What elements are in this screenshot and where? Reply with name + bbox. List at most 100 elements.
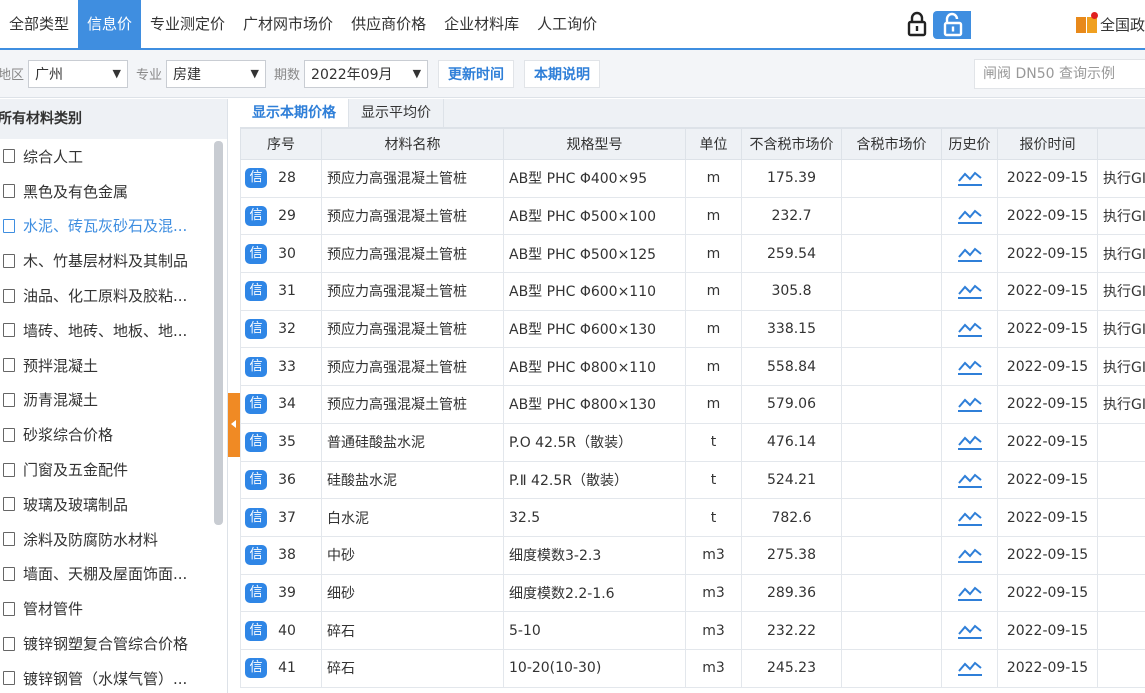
table-row[interactable]: 信 35 普通硅酸盐水泥 P.O 42.5R（散装） t 476.14 2022-09-15	[240, 422, 1145, 462]
sidebar-item[interactable]: 砂浆综合价格	[0, 417, 227, 452]
cell-history[interactable]	[941, 611, 998, 650]
cell-history[interactable]	[941, 648, 998, 688]
cell-history[interactable]	[941, 309, 998, 349]
sidebar-item[interactable]: 沥青混凝土	[0, 383, 227, 418]
table-row[interactable]: 信 37 白水泥 32.5 t 782.6 2022-09-15	[240, 498, 1145, 537]
col-unit[interactable]: 单位	[685, 128, 742, 160]
sidebar-item[interactable]: 预拌混凝土	[0, 348, 227, 383]
sidebar-item[interactable]: 镀锌钢管（水煤气管）...	[0, 661, 227, 693]
sidebar-item[interactable]: 木、竹基层材料及其制品	[0, 243, 227, 278]
cell-tax-price	[841, 648, 942, 688]
table-row[interactable]: 信 28 预应力高强混凝土管桩 AB型 PHC Φ400×95 m 175.39 2022-…	[240, 159, 1145, 198]
tab-current-price[interactable]: 显示本期价格	[240, 99, 349, 127]
cell-name: 预应力高强混凝土管桩	[321, 234, 504, 274]
cell-spec: AB型 PHC Φ500×100	[503, 196, 686, 236]
search-input[interactable]: 闸阀 DN50 查询示例	[974, 59, 1145, 89]
period-description-button[interactable]: 本期说明	[524, 59, 601, 88]
national-selector[interactable]: 全国政	[1075, 0, 1145, 48]
category-list: 综合人工 黑色及有色金属 水泥、砖瓦灰砂石及混... 木、竹基层材料及其制品 油品、化工…	[0, 139, 227, 693]
tab-professional-price[interactable]: 专业测定价	[141, 0, 234, 48]
history-chart-icon	[957, 209, 982, 225]
cell-spec: AB型 PHC Φ600×130	[503, 309, 686, 349]
col-name[interactable]: 材料名称	[321, 128, 504, 160]
table-row[interactable]: 信 41 碎石 10-20(10-30) m3 245.23 2022-09-15	[240, 648, 1145, 688]
seq-number: 33	[278, 358, 296, 375]
col-seq[interactable]: 序号	[240, 128, 322, 160]
cell-history[interactable]	[941, 234, 998, 274]
cell-history[interactable]	[941, 573, 998, 613]
cell-name: 白水泥	[321, 498, 504, 537]
document-icon	[3, 218, 15, 233]
sidebar-item-label: 镀锌钢管（水煤气管）...	[23, 669, 188, 688]
table-row[interactable]: 信 38 中砂 细度模数3-2.3 m3 275.38 2022-09-15	[240, 535, 1145, 575]
seq-number: 38	[278, 547, 296, 564]
cell-unit: t	[685, 498, 742, 537]
sidebar-item[interactable]: 管材管件	[0, 591, 227, 626]
region-select[interactable]: 广州 ▼	[28, 59, 128, 88]
info-badge: 信	[245, 394, 267, 415]
table-row[interactable]: 信 32 预应力高强混凝土管桩 AB型 PHC Φ600×130 m 338.15 2022…	[240, 309, 1145, 349]
table-row[interactable]: 信 36 硅酸盐水泥 P.Ⅱ 42.5R（散装） t 524.21 2022-09-15	[240, 460, 1145, 500]
cell-history[interactable]	[941, 272, 998, 311]
sidebar-scrollbar[interactable]	[214, 141, 223, 525]
sidebar-item[interactable]: 镀锌钢塑复合管综合价格	[0, 626, 227, 661]
cell-name: 预应力高强混凝土管桩	[321, 196, 504, 236]
cell-history[interactable]	[941, 535, 998, 575]
col-history[interactable]: 历史价	[941, 128, 998, 160]
table-row[interactable]: 信 40 碎石 5-10 m3 232.22 2022-09-15	[240, 611, 1145, 650]
cell-tax-price	[841, 234, 942, 274]
document-icon	[3, 427, 15, 442]
document-icon	[3, 497, 15, 512]
sidebar-item[interactable]: 门窗及五金配件	[0, 452, 227, 487]
sidebar-item-label: 沥青混凝土	[23, 391, 99, 410]
col-spec[interactable]: 规格型号	[503, 128, 686, 160]
caret-down-icon: ▼	[412, 67, 422, 80]
col-tax-price[interactable]: 含税市场价	[841, 128, 942, 160]
cell-spec: 10-20(10-30)	[503, 648, 686, 688]
tab-enterprise-library[interactable]: 企业材料库	[435, 0, 528, 48]
update-time-button[interactable]: 更新时间	[438, 59, 515, 88]
sidebar-item[interactable]: 玻璃及玻璃制品	[0, 487, 227, 522]
period-select[interactable]: 2022年09月 ▼	[304, 59, 429, 88]
cell-history[interactable]	[941, 196, 998, 236]
info-badge: 信	[245, 432, 267, 453]
cell-history[interactable]	[941, 460, 998, 500]
tab-supplier-price[interactable]: 供应商价格	[342, 0, 435, 48]
region-value: 广州	[35, 66, 63, 83]
sidebar-item[interactable]: 黑色及有色金属	[0, 174, 227, 209]
cell-note: 执行GI	[1097, 272, 1145, 311]
sidebar-item[interactable]: 涂料及防腐防水材料	[0, 522, 227, 557]
sidebar-item[interactable]: 综合人工	[0, 139, 227, 174]
cell-history[interactable]	[941, 347, 998, 387]
table-row[interactable]: 信 39 细砂 细度模数2.2-1.6 m3 289.36 2022-09-15	[240, 573, 1145, 613]
seq-number: 39	[278, 584, 296, 601]
sidebar-item[interactable]: 墙面、天棚及屋面饰面...	[0, 557, 227, 592]
cell-history[interactable]	[941, 498, 998, 537]
table-row[interactable]: 信 33 预应力高强混凝土管桩 AB型 PHC Φ800×110 m 558.84 2022…	[240, 347, 1145, 387]
cell-date: 2022-09-15	[997, 422, 1098, 462]
tab-all-types[interactable]: 全部类型	[0, 0, 78, 48]
tab-average-price[interactable]: 显示平均价	[349, 99, 444, 127]
sidebar-collapse-handle[interactable]	[228, 393, 240, 457]
major-select[interactable]: 房建 ▼	[166, 59, 267, 88]
sidebar-item[interactable]: 墙砖、地砖、地板、地...	[0, 313, 227, 348]
tab-info-price[interactable]: 信息价	[78, 0, 142, 48]
unlock-icon[interactable]	[933, 11, 971, 39]
table-row[interactable]: 信 34 预应力高强混凝土管桩 AB型 PHC Φ800×130 m 579.06 2022…	[240, 385, 1145, 424]
col-price[interactable]: 不含税市场价	[741, 128, 842, 160]
table-row[interactable]: 信 30 预应力高强混凝土管桩 AB型 PHC Φ500×125 m 259.54 2022…	[240, 234, 1145, 274]
tab-market-price[interactable]: 广材网市场价	[234, 0, 342, 48]
cell-spec: P.O 42.5R（散装）	[503, 422, 686, 462]
document-icon	[3, 601, 15, 616]
cell-history[interactable]	[941, 385, 998, 424]
cell-history[interactable]	[941, 159, 998, 198]
sidebar-item[interactable]: 油品、化工原料及胶粘...	[0, 278, 227, 313]
col-date[interactable]: 报价时间	[997, 128, 1098, 160]
table-row[interactable]: 信 31 预应力高强混凝土管桩 AB型 PHC Φ600×110 m 305.8 2022-…	[240, 272, 1145, 311]
cell-history[interactable]	[941, 422, 998, 462]
table-row[interactable]: 信 29 预应力高强混凝土管桩 AB型 PHC Φ500×100 m 232.7 2022-…	[240, 196, 1145, 236]
sidebar-item[interactable]: 水泥、砖瓦灰砂石及混...	[0, 209, 227, 244]
seq-number: 36	[278, 471, 296, 488]
lock-icon[interactable]	[906, 11, 928, 37]
tab-manual-inquiry[interactable]: 人工询价	[528, 0, 606, 48]
